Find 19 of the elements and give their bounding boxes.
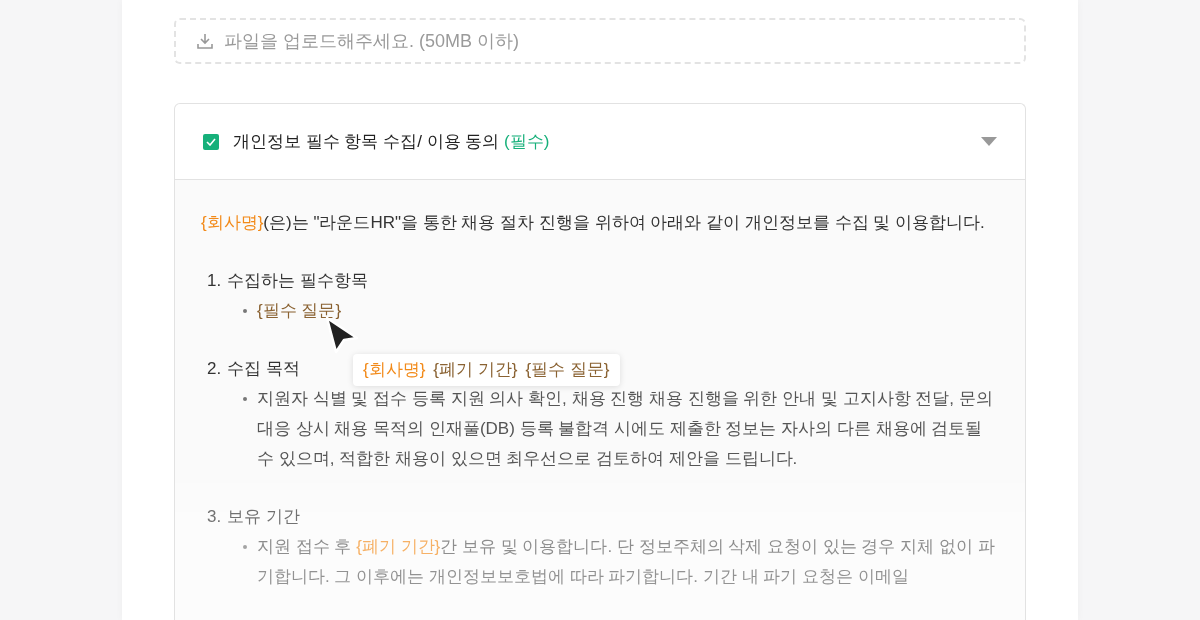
caret-icon[interactable]: [981, 137, 997, 146]
section-title: 3. 보유 기간: [207, 506, 300, 528]
intro-text: {회사명}(은)는 "라운드HR"을 통한 채용 절차 진행을 위하여 아래와 같이 개인정보를 수집 및 이용합니다.: [201, 212, 986, 234]
bullet: [243, 545, 247, 549]
bullet: [243, 397, 247, 401]
upload-field[interactable]: 파일을 업로드해주세요. (50MB 이하): [174, 18, 1026, 64]
section-title: 2. 수집 목적: [207, 358, 300, 380]
check-icon: [206, 137, 216, 146]
list-item-text: 지원 접수 후 {폐기 기간}간 보유 및 이용합니다. 단 정보주체의 삭제 요청이 있는 경우 지체 없이 파기합니다. 그 이후에는 개인정보보호법에 따라 파기합니다. 기간 내 파기 요청은 이메일: [257, 536, 996, 588]
variable-option[interactable]: {필수 질문}: [525, 358, 610, 382]
bullet: [243, 309, 247, 313]
download-icon: [196, 32, 214, 50]
list-item-text: 지원자 식별 및 접수 등록 지원 의사 확인, 채용 진행 채용 진행을 위한 안내 및 고지사항 전달, 문의 대응 상시 채용 목적의 인재풀(DB) 등록 불합격 시에도 제출한 정보는 자사의 다른 채용에 검토될 수 있으며, 적합한 채용이 있으면 최우선으로 검토하여 제안을 드립니다.: [257, 388, 994, 470]
section-title: 1. 수집하는 필수항목: [207, 270, 368, 292]
upload-placeholder: 파일을 업로드해주세요. (50MB 이하): [224, 30, 519, 53]
variable-option[interactable]: {폐기 기간}: [433, 358, 518, 382]
checkbox[interactable]: [203, 133, 219, 150]
consent-label: 개인정보 필수 항목 수집/ 이용 동의 (필수): [233, 131, 551, 153]
list-item-text: {필수 질문}: [257, 300, 342, 322]
